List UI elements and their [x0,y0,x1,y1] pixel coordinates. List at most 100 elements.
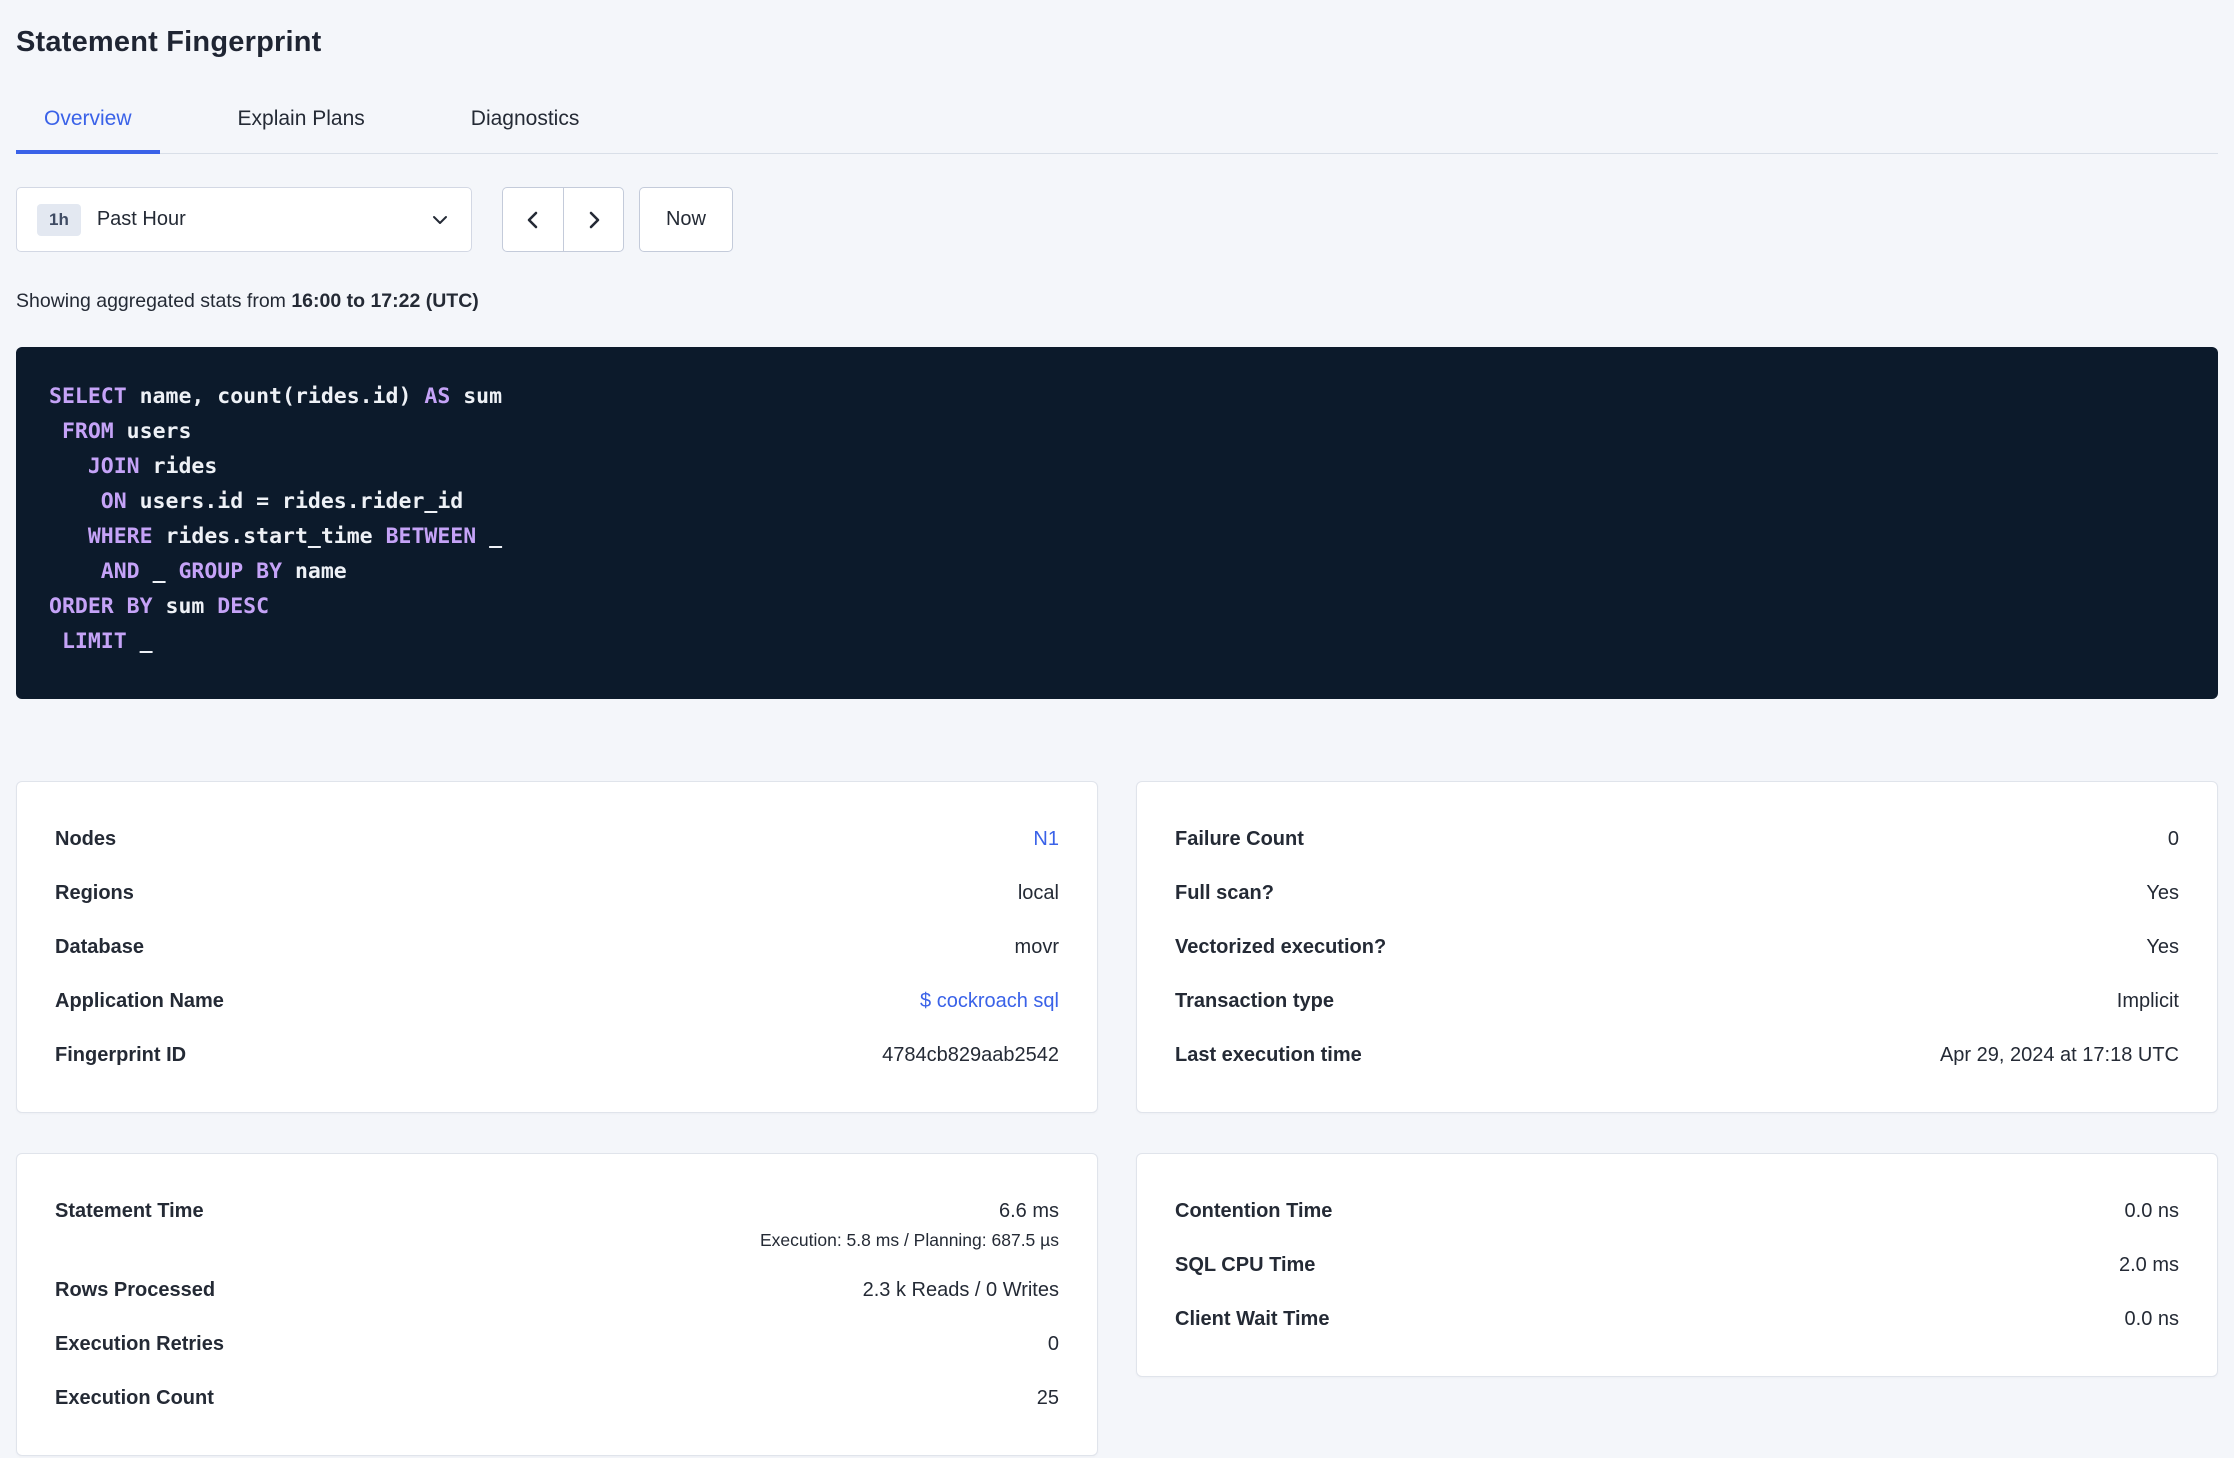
card-row: Vectorized execution? Yes [1175,920,2179,974]
time-range-picker[interactable]: 1h Past Hour [16,187,472,252]
sql-keyword: JOIN [87,454,140,479]
sql-text: users [113,419,192,444]
row-value-link[interactable]: N1 [1033,828,1059,851]
row-value: 2.3 k Reads / 0 Writes [862,1278,1059,1301]
row-value: 6.6 ms [998,1199,1059,1222]
card-row-main: Vectorized execution? Yes [1175,920,2179,974]
sql-text: _ [139,559,179,584]
row-label: Statement Time [55,1199,204,1222]
sql-text: rides [139,454,218,479]
tab-diagnostics[interactable]: Diagnostics [443,93,608,153]
card-row-main: Failure Count 0 [1175,812,2179,866]
card-row-main: Rows Processed 2.3 k Reads / 0 Writes [55,1263,1059,1317]
sql-text: name [282,559,347,584]
aggregated-stats-line: Showing aggregated stats from 16:00 to 1… [16,290,2218,313]
card-row: Regions local [55,866,1059,920]
page-title: Statement Fingerprint [16,26,322,58]
card-row: Application Name $ cockroach sql [55,974,1059,1028]
toolbar: 1h Past Hour Now [16,187,2218,252]
card-row: Contention Time 0.0 ns [1175,1184,2179,1238]
card-row-main: Last execution time Apr 29, 2024 at 17:18… [1175,1028,2179,1082]
row-label: Last execution time [1175,1043,1362,1066]
row-value: Yes [2146,881,2179,904]
card-row: Execution Count 25 [55,1371,1059,1425]
sql-text: _ [476,524,503,549]
sql-code-line: ON users.id = rides.rider_id [49,484,2185,519]
sql-keyword: ORDER BY [49,594,153,619]
card-row-main: Execution Retries 0 [55,1317,1059,1371]
card-timing-right: Contention Time 0.0 ns SQL CPU Time 2.0 ms C… [1136,1153,2218,1377]
chevron-left-icon [521,208,545,232]
sql-text: rides.start_time [152,524,386,549]
tab-bar: Overview Explain Plans Diagnostics [16,93,2218,154]
card-row-main: Nodes N1 [55,812,1059,866]
sql-keyword: FROM [61,419,114,444]
row-value: movr [1014,935,1059,958]
sql-code-line: ORDER BY sum DESC [49,589,2185,624]
sql-keyword: ON [100,489,127,514]
sql-statement-code: SELECT name, count(rides.id) AS sum FROM… [49,379,2185,659]
sql-text: _ [126,629,153,654]
row-value: Apr 29, 2024 at 17:18 UTC [1939,1043,2179,1066]
tab-explain-plans[interactable]: Explain Plans [210,93,393,153]
row-label: Execution Count [55,1386,214,1409]
row-label: Transaction type [1175,989,1334,1012]
row-value: Yes [2146,935,2179,958]
chevron-down-icon [429,209,451,231]
card-timing-left: Statement Time 6.6 ms Execution: 5.8 ms / … [16,1153,1098,1456]
card-row: Database movr [55,920,1059,974]
row-value: 0 [1047,1332,1059,1355]
sql-keyword: AS [424,384,451,409]
card-row-main: Full scan? Yes [1175,866,2179,920]
card-overview-left: Nodes N1 Regions local Database movr Applicati… [16,781,1098,1113]
card-row: Rows Processed 2.3 k Reads / 0 Writes [55,1263,1059,1317]
row-label: Rows Processed [55,1278,216,1301]
sql-text: name, count(rides.id) [126,384,425,409]
row-value: 0.0 ns [2124,1307,2179,1330]
sql-keyword: DESC [217,594,270,619]
tab-overview[interactable]: Overview [16,93,160,154]
time-nav-group [502,187,624,252]
sql-keyword: BETWEEN [385,524,477,549]
sql-text: sum [450,384,503,409]
row-label: Failure Count [1175,827,1304,850]
aggregated-stats-range: 16:00 to 17:22 (UTC) [291,290,479,312]
card-row: Fingerprint ID 4784cb829aab2542 [55,1028,1059,1082]
next-time-button[interactable] [563,187,624,252]
aggregated-stats-prefix: Showing aggregated stats from [16,290,292,312]
row-value: Implicit [2116,989,2179,1012]
card-row: Full scan? Yes [1175,866,2179,920]
card-row-main: Contention Time 0.0 ns [1175,1184,2179,1238]
summary-cards-grid: Nodes N1 Regions local Database movr Applicati… [16,781,2218,1456]
chevron-right-icon [582,208,606,232]
row-label: SQL CPU Time [1175,1253,1316,1276]
now-button[interactable]: Now [639,187,733,252]
row-value: 25 [1036,1386,1059,1409]
card-row: Last execution time Apr 29, 2024 at 17:18… [1175,1028,2179,1082]
time-range-badge: 1h [37,203,81,236]
time-range-label: Past Hour [96,208,186,230]
card-row: Failure Count 0 [1175,812,2179,866]
card-row-main: Fingerprint ID 4784cb829aab2542 [55,1028,1059,1082]
card-row: SQL CPU Time 2.0 ms [1175,1238,2179,1292]
sql-code-line: AND _ GROUP BY name [49,554,2185,589]
sql-code-line: SELECT name, count(rides.id) AS sum [49,379,2185,414]
previous-time-button[interactable] [502,187,563,252]
sql-keyword: LIMIT [61,629,127,654]
card-row: Execution Retries 0 [55,1317,1059,1371]
sql-keyword: SELECT [49,384,127,409]
row-label: Database [55,935,144,958]
sql-keyword: AND [100,559,140,584]
sql-code-line: WHERE rides.start_time BETWEEN _ [49,519,2185,554]
row-value-link[interactable]: $ cockroach sql [920,990,1059,1013]
sql-code-line: JOIN rides [49,449,2185,484]
row-subvalue: Execution: 5.8 ms / Planning: 687.5 µs [759,1230,1059,1250]
row-label: Contention Time [1175,1199,1333,1222]
row-value: local [1017,881,1059,904]
row-label: Nodes [55,827,117,850]
